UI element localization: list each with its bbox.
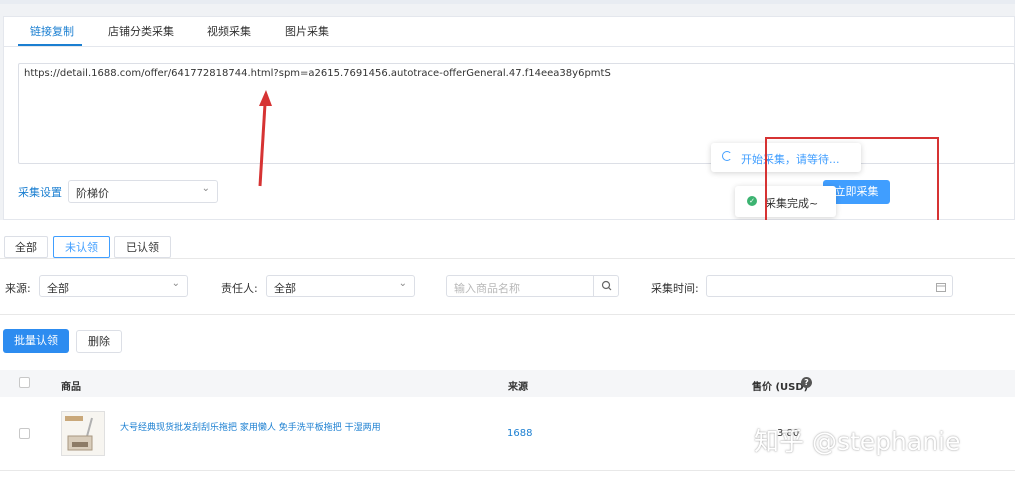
mop-product-image <box>65 416 93 451</box>
source-filter-select[interactable]: 全部 ⌄ <box>39 275 188 297</box>
row-checkbox[interactable] <box>19 428 30 439</box>
collect-time-label: 采集时间: <box>651 282 699 295</box>
filter-tab-unclaimed[interactable]: 未认领 <box>53 236 110 258</box>
owner-filter-value: 全部 <box>274 282 296 295</box>
row-divider <box>0 470 1015 471</box>
search-button[interactable] <box>593 276 620 296</box>
arrow-to-url <box>258 103 267 187</box>
filters-divider <box>0 314 1015 315</box>
column-header-source: 来源 <box>508 382 528 393</box>
product-name-search[interactable]: 输入商品名称 <box>446 275 619 297</box>
search-icon <box>601 280 612 291</box>
source-filter-label: 来源: <box>5 282 31 295</box>
chevron-down-icon: ⌄ <box>398 278 407 289</box>
arrow-head-up <box>259 90 272 106</box>
product-thumbnail[interactable] <box>61 411 105 456</box>
owner-filter-select[interactable]: 全部 ⌄ <box>266 275 415 297</box>
product-name-placeholder: 输入商品名称 <box>454 282 520 295</box>
product-source-link[interactable]: 1688 <box>507 428 532 439</box>
column-header-price: 售价 (USD) <box>752 382 809 393</box>
product-title-link[interactable]: 大号经典现货批发刮刮乐拖把 家用懒人 免手洗平板拖把 干湿两用 <box>120 422 382 434</box>
watermark: 知乎 @stephanie <box>754 427 961 456</box>
chevron-down-icon: ⌄ <box>171 278 180 289</box>
filter-tab-all[interactable]: 全部 <box>4 236 48 258</box>
owner-filter-label: 责任人: <box>221 282 258 295</box>
filter-tab-claimed[interactable]: 已认领 <box>114 236 171 258</box>
source-filter-value: 全部 <box>47 282 69 295</box>
column-header-product: 商品 <box>61 382 81 393</box>
batch-claim-button[interactable]: 批量认领 <box>3 329 69 353</box>
delete-button[interactable]: 删除 <box>76 330 122 353</box>
filter-tabs-divider <box>0 258 1015 259</box>
help-icon[interactable]: ? <box>801 377 812 388</box>
collect-time-picker[interactable] <box>706 275 953 297</box>
calendar-icon <box>936 283 946 292</box>
select-all-checkbox[interactable] <box>19 377 30 388</box>
